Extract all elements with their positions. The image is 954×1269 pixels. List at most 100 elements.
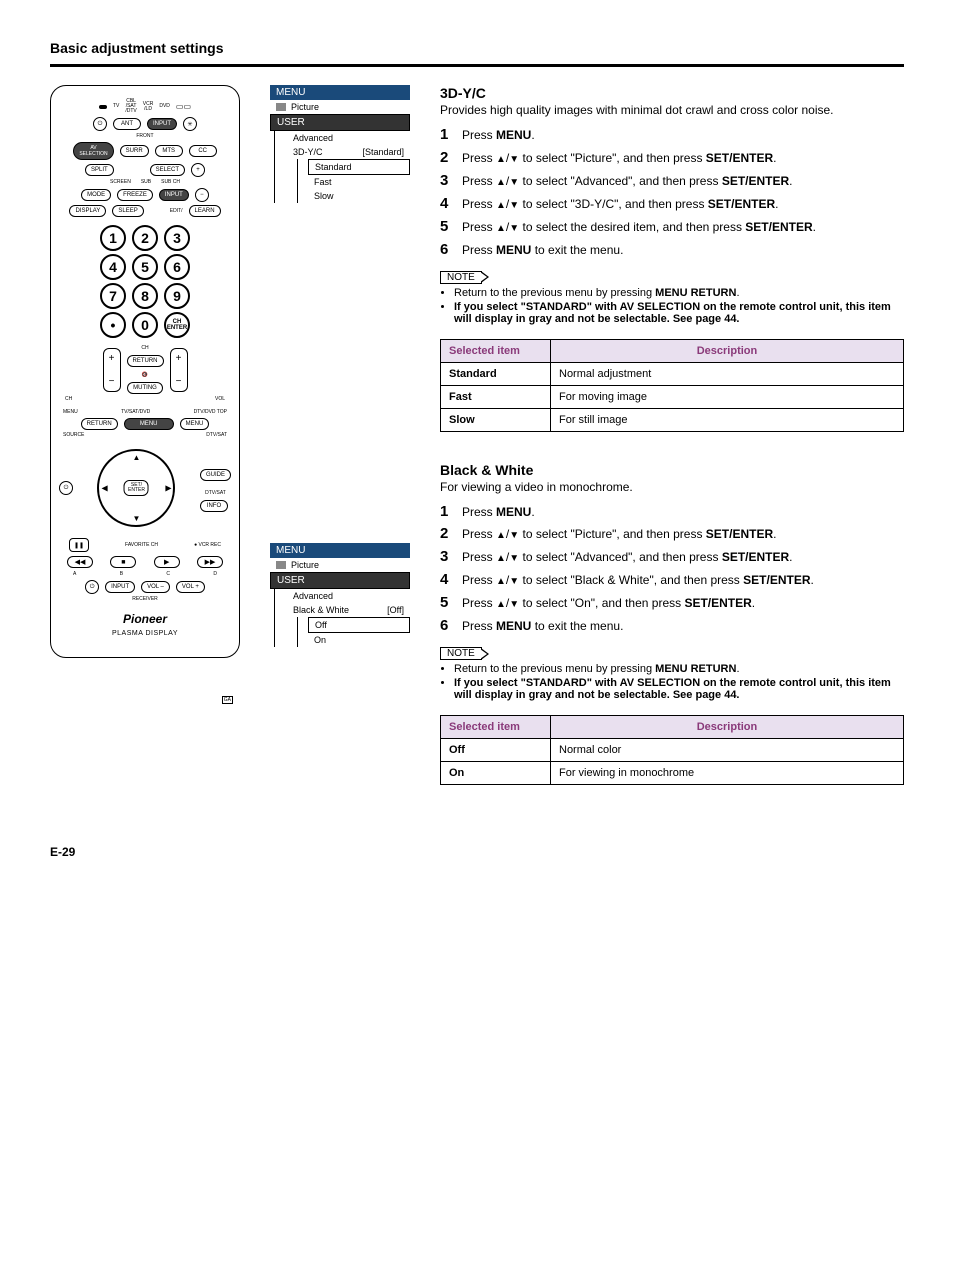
vol-plus[interactable]: VOL + <box>176 581 205 593</box>
receiver-input[interactable]: INPUT <box>105 581 135 593</box>
osd-opt-fast: Fast <box>308 175 410 189</box>
step-text: Press MENU. <box>462 504 904 521</box>
osd-picture: Picture <box>291 560 404 570</box>
stop-button[interactable]: ■ <box>110 556 136 568</box>
dpad[interactable]: ▲ ▼ ◀ ▶ SET/ ENTER <box>91 443 181 533</box>
label-tv: TV <box>113 104 119 109</box>
menu-button-r[interactable]: MENU <box>180 418 210 430</box>
av-selection-button[interactable]: AV SELECTION <box>73 142 113 160</box>
table-row: OffNormal color <box>441 739 904 762</box>
front-label: FRONT <box>59 134 231 139</box>
power-button[interactable]: ⏻ <box>93 117 107 131</box>
freeze-button[interactable]: FREEZE <box>117 189 153 201</box>
dtvsat-label: DTV/SAT <box>206 433 227 438</box>
digit-4[interactable]: 4 <box>100 254 126 280</box>
step-text: Press ▲/▼ to select the desired item, an… <box>462 219 904 236</box>
ant-button[interactable]: ANT <box>113 118 141 130</box>
return-button[interactable]: RETURN <box>127 355 164 367</box>
digit-7[interactable]: 7 <box>100 283 126 309</box>
th-item: Selected item <box>441 339 551 362</box>
slider-icon: ▭▭ <box>176 102 191 111</box>
step-number: 1 <box>440 504 454 519</box>
step: 5 Press ▲/▼ to select "On", and then pres… <box>440 595 904 612</box>
split-button[interactable]: SPLIT <box>85 164 114 176</box>
step-number: 4 <box>440 196 454 211</box>
step: 3Press ▲/▼ to select "Advanced", and the… <box>440 549 904 566</box>
rewind-button[interactable]: ◀◀ <box>67 556 93 568</box>
section-bw-desc: For viewing a video in monochrome. <box>440 480 904 494</box>
cell-desc: Normal color <box>551 739 904 762</box>
ch-enter-button[interactable]: CH ENTER <box>164 312 190 338</box>
vol-minus[interactable]: VOL – <box>141 581 170 593</box>
sleep-button[interactable]: SLEEP <box>112 205 143 217</box>
input2-button[interactable]: INPUT <box>159 189 189 201</box>
osd-title: MENU <box>270 543 410 558</box>
step: 6Press MENU to exit the menu. <box>440 618 904 635</box>
note-label: NOTE <box>440 271 482 284</box>
plus-button[interactable]: + <box>191 163 205 177</box>
mode-button[interactable]: MODE <box>81 189 111 201</box>
dpad-right-icon: ▶ <box>165 484 171 493</box>
digit-6[interactable]: 6 <box>164 254 190 280</box>
digit-8[interactable]: 8 <box>132 283 158 309</box>
osd-bw: MENU Picture USER Advanced Black & White… <box>270 543 410 647</box>
set-enter-button[interactable]: SET/ ENTER <box>124 480 149 496</box>
display-button[interactable]: DISPLAY <box>69 205 106 217</box>
menu-button[interactable]: MENU <box>124 418 174 430</box>
table-row: SlowFor still image <box>441 408 904 431</box>
osd-opt-off: Off <box>308 617 410 633</box>
brand-logo: Pioneer <box>59 612 231 626</box>
digit-9[interactable]: 9 <box>164 283 190 309</box>
cell-item: Slow <box>441 408 551 431</box>
light-button[interactable]: ✳ <box>183 117 197 131</box>
step: 6Press MENU to exit the menu. <box>440 242 904 259</box>
receiver-power[interactable]: ⏻ <box>85 580 99 594</box>
learn-button[interactable]: LEARN <box>189 205 221 217</box>
digit-3[interactable]: 3 <box>164 225 190 251</box>
step-text: Press MENU to exit the menu. <box>462 618 904 635</box>
step-text: Press MENU. <box>462 127 904 144</box>
select-button[interactable]: SELECT <box>150 164 185 176</box>
note-label: NOTE <box>440 647 482 660</box>
menu-return-button[interactable]: RETURN <box>81 418 118 430</box>
muting-button[interactable]: MUTING <box>127 382 163 394</box>
label-d: D <box>213 572 217 577</box>
volume-rocker[interactable]: +− <box>170 348 188 392</box>
digit-5[interactable]: 5 <box>132 254 158 280</box>
step-text: Press MENU to exit the menu. <box>462 242 904 259</box>
fastfwd-button[interactable]: ▶▶ <box>197 556 223 568</box>
digit-1[interactable]: 1 <box>100 225 126 251</box>
cell-item: On <box>441 762 551 785</box>
step-text: Press ▲/▼ to select "Picture", and then … <box>462 150 904 167</box>
channel-rocker[interactable]: +− <box>103 348 121 392</box>
digit-dot[interactable]: • <box>100 312 126 338</box>
minus-button[interactable]: − <box>195 188 209 202</box>
osd-value: [Standard] <box>362 147 404 157</box>
digit-2[interactable]: 2 <box>132 225 158 251</box>
step-number: 2 <box>440 526 454 541</box>
section-bw-title: Black & White <box>440 462 904 478</box>
screen-label: SCREEN <box>110 180 131 185</box>
digit-0[interactable]: 0 <box>132 312 158 338</box>
osd-opt-slow: Slow <box>308 189 410 203</box>
pause-button[interactable]: ❚❚ <box>69 538 89 552</box>
remote-control: TV CBL /SAT /DTV VCR /LD DVD ▭▭ ⏻ ANT IN… <box>50 85 240 658</box>
step-number: 5 <box>440 595 454 610</box>
step-text: Press ▲/▼ to select "On", and then press… <box>462 595 904 612</box>
surr-button[interactable]: SURR <box>120 145 149 157</box>
osd-advanced: Advanced <box>287 589 410 603</box>
mts-button[interactable]: MTS <box>155 145 183 157</box>
source-power[interactable]: ⏻ <box>59 481 73 495</box>
page-title: Basic adjustment settings <box>50 40 904 56</box>
info-button[interactable]: INFO <box>200 500 228 512</box>
guide-button[interactable]: GUIDE <box>200 469 231 481</box>
osd-title: MENU <box>270 85 410 100</box>
label-dvd: DVD <box>159 104 170 109</box>
step: 3Press ▲/▼ to select "Advanced", and the… <box>440 173 904 190</box>
cell-item: Standard <box>441 362 551 385</box>
cc-button[interactable]: CC <box>189 145 217 157</box>
input-button[interactable]: INPUT <box>147 118 177 130</box>
table-row: OnFor viewing in monochrome <box>441 762 904 785</box>
play-button[interactable]: ▶ <box>154 556 180 568</box>
ch-label: CH <box>127 346 164 351</box>
